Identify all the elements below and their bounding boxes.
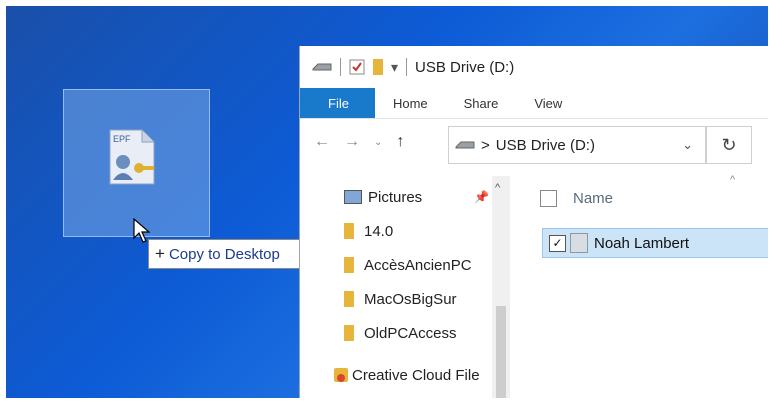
epf-file-icon	[570, 233, 588, 253]
drive-icon	[312, 63, 332, 71]
window-title: USB Drive (D:)	[415, 58, 515, 76]
tab-share[interactable]: Share	[446, 88, 517, 118]
plus-icon: +	[155, 244, 165, 263]
tab-view[interactable]: View	[516, 88, 580, 118]
forward-arrow-icon[interactable]: →	[344, 133, 360, 151]
epf-key-file-icon: EPF	[109, 129, 155, 185]
folder-icon	[344, 325, 354, 341]
address-bar[interactable]: > USB Drive (D:) ⌄	[448, 126, 706, 164]
sort-caret-icon: ^	[730, 174, 736, 186]
ribbon-tabs: File Home Share View	[300, 88, 774, 119]
tab-file[interactable]: File	[300, 88, 375, 118]
nav-item-label: MacOsBigSur	[364, 290, 457, 308]
nav-item-14-0[interactable]: 14.0	[344, 218, 393, 244]
file-checkbox[interactable]: ✓	[549, 234, 566, 252]
address-dropdown-icon[interactable]: ⌄	[682, 137, 693, 153]
nav-item-creative-cloud[interactable]: Creative Cloud File	[334, 362, 480, 388]
nav-item-label: Pictures	[368, 188, 423, 206]
breadcrumb-separator: >	[481, 136, 490, 154]
up-arrow-icon[interactable]: ↑	[396, 133, 404, 151]
separator	[340, 58, 341, 76]
recent-locations-chevron-icon[interactable]: ⌄	[374, 137, 382, 148]
nav-item-label: OldPCAccess	[364, 324, 457, 342]
refresh-button[interactable]: ↻	[706, 126, 752, 164]
column-header-label: Name	[573, 190, 614, 207]
creative-cloud-icon	[334, 368, 348, 382]
back-arrow-icon[interactable]: ←	[314, 133, 330, 151]
properties-icon[interactable]	[349, 59, 365, 75]
column-header-name[interactable]: Name	[540, 190, 613, 207]
file-name: Noah Lambert	[594, 234, 690, 252]
copy-to-desktop-tooltip: + Copy to Desktop	[148, 239, 312, 269]
nav-item-label: 14.0	[364, 222, 394, 240]
tooltip-label: Copy to Desktop	[168, 245, 280, 263]
scrollbar-thumb[interactable]	[496, 306, 506, 398]
address-text: USB Drive (D:)	[495, 136, 595, 154]
file-explorer-window: ▾ USB Drive (D:) File Home Share View ← …	[299, 46, 774, 398]
pin-icon[interactable]: 📌	[474, 190, 489, 204]
customize-quick-access-icon[interactable]: ▾	[391, 59, 398, 76]
navigation-pane: Pictures 14.0 AccèsAncienPC MacOsBigSur …	[300, 176, 510, 398]
tab-home[interactable]: Home	[375, 88, 446, 118]
select-all-checkbox[interactable]	[540, 190, 557, 207]
separator	[406, 58, 408, 76]
title-bar: ▾ USB Drive (D:)	[300, 46, 774, 88]
folder-icon	[344, 223, 354, 239]
nav-item-pictures[interactable]: Pictures	[344, 184, 422, 210]
nav-item-oldpcaccess[interactable]: OldPCAccess	[344, 320, 457, 346]
nav-item-macosbigsur[interactable]: MacOsBigSur	[344, 286, 457, 312]
svg-text:EPF: EPF	[113, 134, 131, 144]
nav-item-label: AccèsAncienPC	[364, 256, 472, 274]
nav-item-label: Creative Cloud File	[352, 366, 480, 384]
file-list: ^ Name ✓ Noah Lambert	[512, 174, 774, 398]
drive-icon	[455, 141, 475, 149]
pictures-icon	[344, 190, 362, 204]
nav-scrollbar[interactable]: ^	[492, 176, 510, 398]
nav-item-accesancienpc[interactable]: AccèsAncienPC	[344, 252, 472, 278]
scroll-up-icon[interactable]: ^	[495, 182, 500, 194]
file-row[interactable]: ✓ Noah Lambert	[542, 228, 774, 258]
new-folder-icon[interactable]	[373, 59, 383, 75]
folder-icon	[344, 257, 354, 273]
folder-icon	[344, 291, 354, 307]
